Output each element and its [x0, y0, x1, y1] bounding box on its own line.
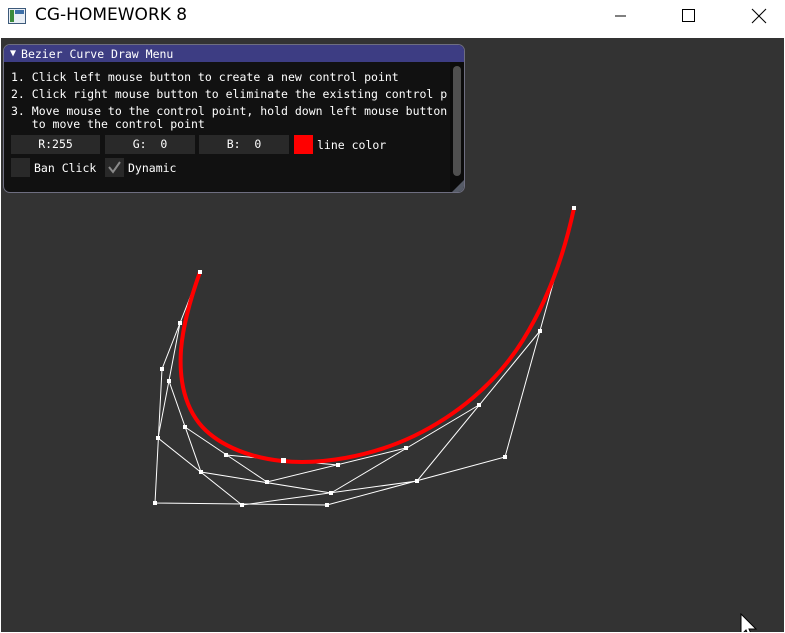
- mouse-cursor-icon: [740, 613, 758, 632]
- blue-value-drag[interactable]: B: 0: [199, 135, 289, 154]
- dynamic-label[interactable]: Dynamic: [128, 161, 176, 175]
- window-title: CG-HOMEWORK 8: [35, 5, 188, 25]
- resize-grip[interactable]: [452, 180, 464, 192]
- control-point[interactable]: [153, 501, 157, 505]
- canvas-area[interactable]: ▼ Bezier Curve Draw Menu 1. Click left m…: [1, 38, 784, 632]
- construction-point: [178, 321, 182, 325]
- green-value-drag[interactable]: G: 0: [105, 135, 195, 154]
- menu-title-bar[interactable]: ▼ Bezier Curve Draw Menu: [4, 45, 464, 62]
- title-bar[interactable]: CG-HOMEWORK 8: [0, 0, 785, 34]
- maximize-button[interactable]: [666, 0, 712, 32]
- maximize-icon: [682, 9, 695, 22]
- control-point[interactable]: [198, 270, 202, 274]
- close-icon: [751, 8, 767, 24]
- checkmark-icon: [108, 161, 121, 174]
- construction-point: [415, 479, 419, 483]
- line-color-swatch[interactable]: [294, 135, 313, 154]
- close-button[interactable]: [736, 0, 782, 32]
- ban-click-checkbox[interactable]: [11, 158, 30, 177]
- bezier-curve: [178, 208, 574, 505]
- construction-point: [329, 491, 333, 495]
- curve-point: [281, 458, 286, 463]
- construction-point: [265, 480, 269, 484]
- menu-body: 1. Click left mouse button to create a n…: [4, 62, 464, 192]
- red-value-drag[interactable]: R:255: [11, 135, 100, 154]
- bezier-curve-render: [178, 206, 576, 464]
- ban-click-label[interactable]: Ban Click: [34, 161, 96, 175]
- construction-point: [336, 463, 340, 467]
- instruction-line-1: 1. Click left mouse button to create a n…: [11, 71, 399, 84]
- minimize-button[interactable]: [598, 0, 644, 32]
- construction-level-1: [157, 322, 541, 506]
- scrollbar-grab[interactable]: [453, 66, 461, 176]
- dynamic-checkbox[interactable]: [105, 158, 124, 177]
- line-color-label: line color: [317, 138, 387, 152]
- control-point[interactable]: [572, 206, 576, 210]
- construction-point: [404, 446, 408, 450]
- construction-point: [240, 503, 244, 507]
- control-point[interactable]: [325, 503, 329, 507]
- instruction-line-2: 2. Click right mouse button to eliminate…: [11, 88, 448, 101]
- construction-point: [156, 436, 160, 440]
- construction-point: [224, 453, 228, 457]
- instruction-line-4: to move the control point: [11, 118, 205, 131]
- instruction-line-3: 3. Move mouse to the control point, hold…: [11, 105, 448, 118]
- bezier-menu-window[interactable]: ▼ Bezier Curve Draw Menu 1. Click left m…: [3, 44, 465, 193]
- collapse-triangle-icon[interactable]: ▼: [10, 48, 16, 59]
- construction-point: [183, 425, 187, 429]
- control-point[interactable]: [160, 367, 164, 371]
- construction-level-3: [184, 426, 407, 483]
- construction-point: [477, 403, 481, 407]
- construction-point: [538, 329, 542, 333]
- construction-point: [167, 379, 171, 383]
- app-icon: [8, 8, 26, 24]
- menu-scrollbar[interactable]: [450, 62, 464, 192]
- minimize-icon: [615, 15, 626, 17]
- construction-point: [199, 470, 203, 474]
- control-point[interactable]: [503, 455, 507, 459]
- menu-title: Bezier Curve Draw Menu: [21, 46, 174, 61]
